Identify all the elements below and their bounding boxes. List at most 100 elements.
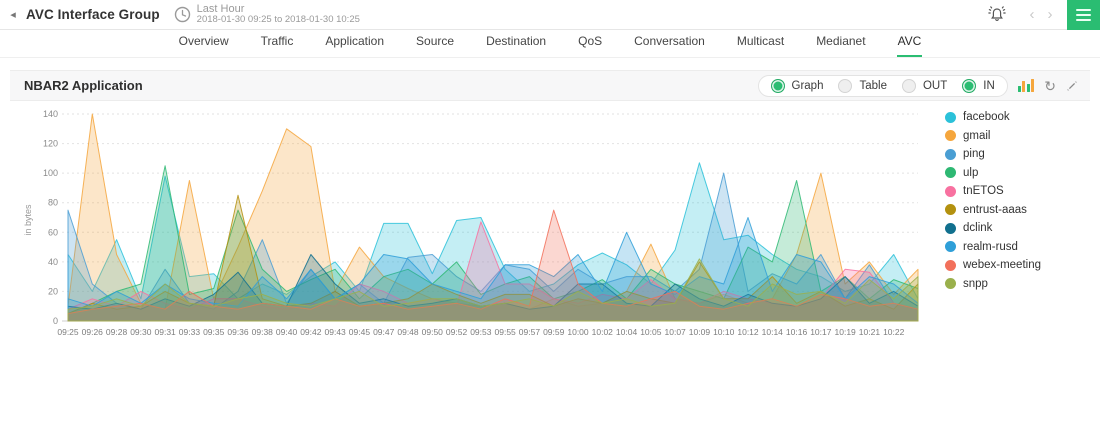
legend-item-tnetos[interactable]: tnETOS [945, 185, 1041, 197]
svg-text:20: 20 [48, 286, 58, 296]
graph-radio-label[interactable]: Graph [792, 80, 824, 92]
nbar2-panel: NBAR2 Application Graph Table OUT IN ↻ i… [10, 70, 1090, 365]
chevron-right-icon[interactable]: › [1041, 6, 1059, 23]
svg-text:10:00: 10:00 [567, 327, 589, 337]
svg-text:10:14: 10:14 [762, 327, 784, 337]
tab-traffic[interactable]: Traffic [260, 28, 295, 57]
tab-avc[interactable]: AVC [896, 28, 923, 57]
ulp-color-dot [945, 167, 956, 178]
legend-item-entrust-aaas[interactable]: entrust-aaas [945, 204, 1041, 216]
nbar2-area-chart: 02040608010012014009:25 09:26 09:28 09:30 09… [43, 109, 919, 337]
tab-destination[interactable]: Destination [485, 28, 547, 57]
svg-text:09:38: 09:38 [252, 327, 274, 337]
svg-text:09:25: 09:25 [57, 327, 79, 337]
legend-item-ping[interactable]: ping [945, 148, 1041, 160]
table-radio-label[interactable]: Table [859, 80, 887, 92]
realm-rusd-color-dot [945, 241, 956, 252]
svg-text:10:07: 10:07 [665, 327, 687, 337]
legend-item-realm-rusd[interactable]: realm-rusd [945, 241, 1041, 253]
webex-meeting-color-dot [945, 259, 956, 271]
legend-item-ulp[interactable]: ulp [945, 167, 1041, 179]
svg-text:10:10: 10:10 [713, 327, 735, 337]
hamburger-icon [1076, 8, 1091, 11]
page-title: AVC Interface Group [26, 7, 160, 22]
svg-text:80: 80 [48, 198, 58, 208]
svg-text:09:57: 09:57 [519, 327, 541, 337]
panel-title: NBAR2 Application [24, 78, 143, 93]
menu-button[interactable] [1067, 0, 1100, 30]
svg-text:10:04: 10:04 [616, 327, 638, 337]
tnetos-color-dot [945, 185, 956, 197]
svg-text:09:55: 09:55 [495, 327, 517, 337]
svg-text:09:40: 09:40 [276, 327, 298, 337]
legend-item-snpp[interactable]: snpp [945, 278, 1041, 290]
svg-text:10:02: 10:02 [592, 327, 614, 337]
svg-text:10:16: 10:16 [786, 327, 808, 337]
svg-text:09:31: 09:31 [155, 327, 177, 337]
svg-text:10:22: 10:22 [883, 327, 905, 337]
svg-text:09:53: 09:53 [470, 327, 492, 337]
tab-medianet[interactable]: Medianet [815, 28, 866, 57]
svg-text:10:19: 10:19 [835, 327, 857, 337]
svg-text:09:48: 09:48 [397, 327, 419, 337]
svg-text:0: 0 [53, 316, 58, 326]
svg-text:09:30: 09:30 [130, 327, 152, 337]
svg-text:09:42: 09:42 [300, 327, 322, 337]
dclink-color-dot [945, 222, 956, 234]
svg-text:09:50: 09:50 [422, 327, 444, 337]
tab-application[interactable]: Application [324, 28, 385, 57]
panel-header: NBAR2 Application Graph Table OUT IN ↻ [10, 70, 1090, 101]
section-tab-bar: Overview Traffic Application Source Dest… [0, 30, 1100, 58]
svg-text:09:43: 09:43 [325, 327, 347, 337]
clock-icon [174, 6, 191, 23]
svg-text:09:52: 09:52 [446, 327, 468, 337]
view-toggle-group: Graph Table OUT IN [757, 74, 1008, 97]
alert-bell-icon[interactable] [987, 5, 1007, 25]
svg-text:09:59: 09:59 [543, 327, 565, 337]
ping-color-dot [945, 148, 956, 160]
panel-controls: Graph Table OUT IN ↻ [757, 74, 1078, 97]
back-button[interactable]: ◂ [0, 8, 26, 21]
svg-text:10:12: 10:12 [737, 327, 759, 337]
entrust-aaas-color-dot [945, 204, 956, 215]
chevron-left-icon[interactable]: ‹ [1023, 6, 1041, 23]
chart-area: in bytes 0 20 40 60 80 100 120 140 09:25 09:26 09:… [10, 105, 1090, 365]
legend-item-gmail[interactable]: gmail [945, 130, 1041, 142]
time-range-detail: 2018-01-30 09:25 to 2018-01-30 10:25 [196, 14, 360, 26]
expand-icon[interactable] [1066, 80, 1078, 92]
out-radio[interactable] [901, 78, 916, 93]
svg-text:09:45: 09:45 [349, 327, 371, 337]
tab-source[interactable]: Source [415, 28, 455, 57]
legend-item-dclink[interactable]: dclink [945, 222, 1041, 234]
svg-text:10:09: 10:09 [689, 327, 711, 337]
time-range-selector[interactable]: Last Hour 2018-01-30 09:25 to 2018-01-30… [174, 3, 360, 26]
svg-text:09:28: 09:28 [106, 327, 128, 337]
svg-text:09:47: 09:47 [373, 327, 395, 337]
legend-item-facebook[interactable]: facebook [945, 111, 1041, 123]
in-radio-label[interactable]: IN [983, 80, 995, 92]
svg-text:10:05: 10:05 [640, 327, 662, 337]
svg-text:09:35: 09:35 [203, 327, 225, 337]
facebook-color-dot [945, 111, 956, 123]
out-radio-label[interactable]: OUT [923, 80, 947, 92]
table-radio[interactable] [838, 78, 853, 93]
svg-text:10:21: 10:21 [859, 327, 881, 337]
tab-qos[interactable]: QoS [577, 28, 603, 57]
in-radio[interactable] [962, 78, 977, 93]
svg-text:10:17: 10:17 [810, 327, 832, 337]
gmail-color-dot [945, 130, 956, 141]
tab-overview[interactable]: Overview [178, 28, 230, 57]
svg-text:120: 120 [43, 139, 58, 149]
svg-text:40: 40 [48, 257, 58, 267]
svg-text:09:36: 09:36 [227, 327, 249, 337]
legend-item-webex-meeting[interactable]: webex-meeting [945, 259, 1041, 271]
graph-radio[interactable] [770, 78, 785, 93]
tab-multicast[interactable]: Multicast [736, 28, 785, 57]
top-bar: ◂ AVC Interface Group Last Hour 2018-01-… [0, 0, 1100, 30]
bar-chart-icon[interactable] [1017, 79, 1035, 92]
svg-text:100: 100 [43, 168, 58, 178]
svg-text:140: 140 [43, 109, 58, 119]
refresh-icon[interactable]: ↻ [1044, 79, 1056, 93]
svg-text:09:33: 09:33 [179, 327, 201, 337]
tab-conversation[interactable]: Conversation [633, 28, 706, 57]
